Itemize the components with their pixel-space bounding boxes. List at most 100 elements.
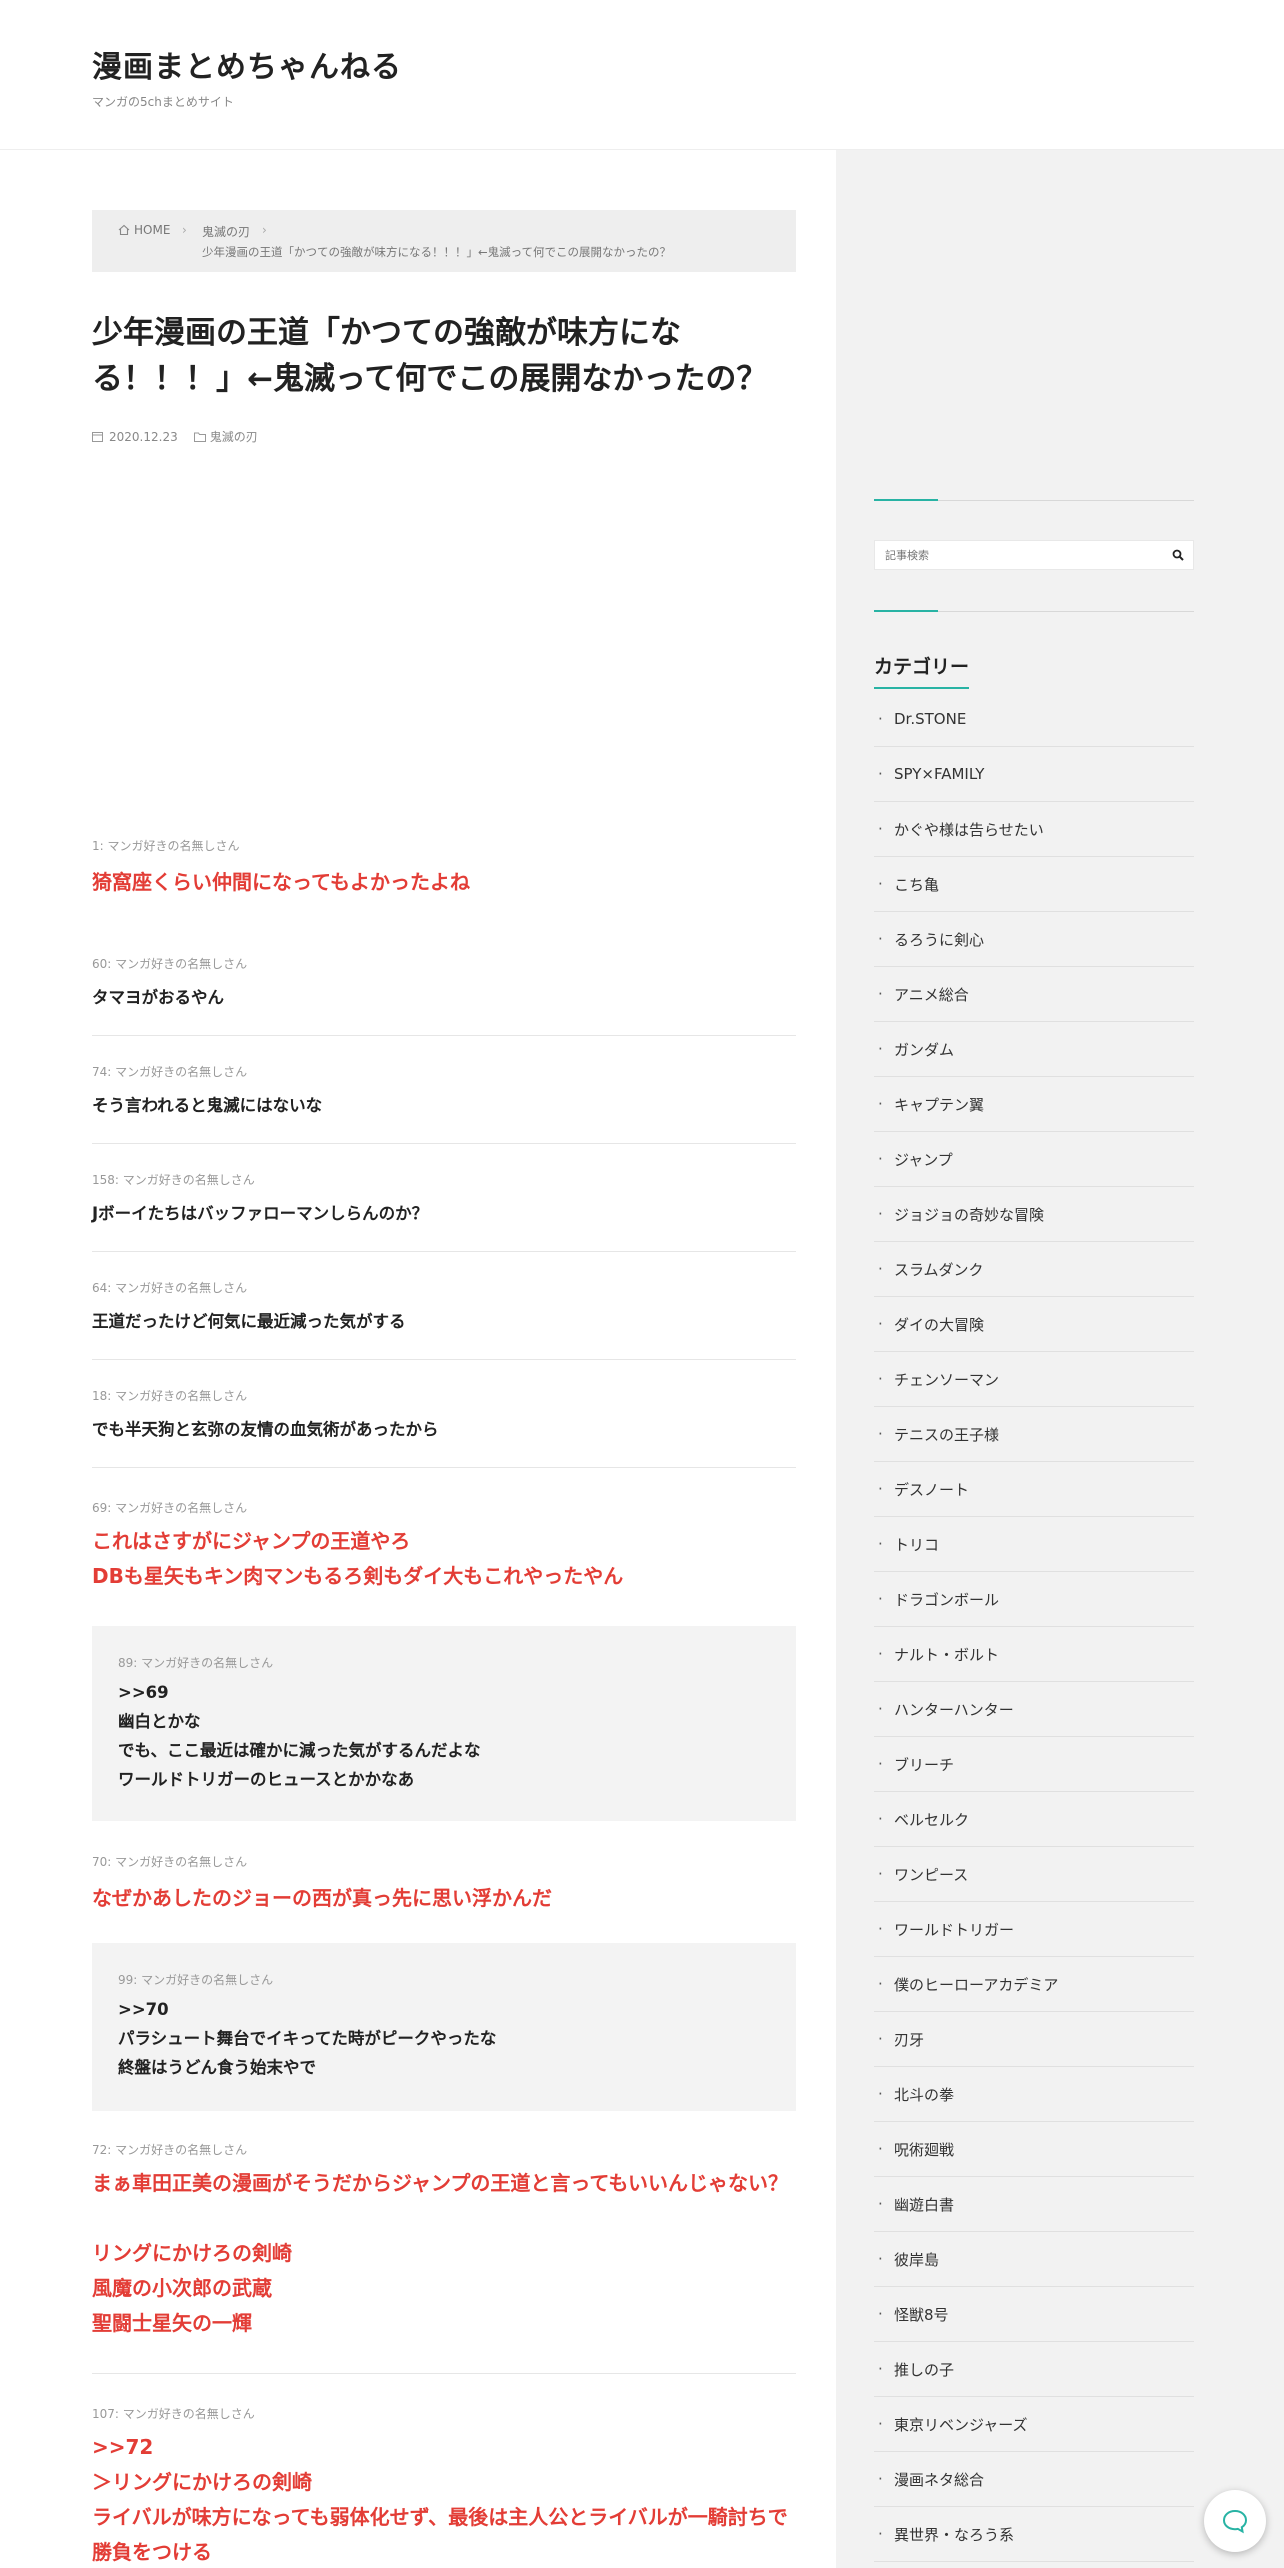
bullet-icon: · <box>878 1865 883 1883</box>
category-item[interactable]: · チェンソーマン <box>874 1352 1194 1407</box>
category-label: デスノート <box>894 1480 970 1499</box>
category-label: キャプテン翼 <box>894 1095 985 1114</box>
category-label: 推しの子 <box>894 2360 955 2379</box>
category-item[interactable]: · ドラゴンボール <box>874 1572 1194 1627</box>
bullet-icon: · <box>878 2360 883 2378</box>
bullet-icon: · <box>878 1975 883 1993</box>
category-label: こち亀 <box>894 875 940 894</box>
category-item[interactable]: · ベルセルク <box>874 1792 1194 1847</box>
bullet-icon: · <box>878 1370 883 1388</box>
home-icon <box>118 224 130 236</box>
section-divider <box>874 610 1194 612</box>
comment-author: 107: マンガ好きの名無しさん <box>92 2407 255 2421</box>
category-item[interactable]: · ジョジョの奇妙な冒険 <box>874 1187 1194 1242</box>
category-item[interactable]: · こち亀 <box>874 857 1194 912</box>
comment-divider <box>92 1143 796 1144</box>
folder-icon <box>193 432 206 442</box>
comment: 60: マンガ好きの名無しさん タマヨがおるやん <box>92 955 796 1008</box>
category-item[interactable]: · 僕のヒーローアカデミア <box>874 1957 1194 2012</box>
category-item[interactable]: · ナルト・ボルト <box>874 1627 1194 1682</box>
category-item[interactable]: · キャプテン翼 <box>874 1077 1194 1132</box>
comment-body: 猗窩座くらい仲間になってもよかったよね <box>92 870 470 894</box>
comment-line: 幽白とかな <box>118 1712 201 1731</box>
category-label: 東京リベンジャーズ <box>894 2415 1028 2434</box>
bullet-icon: · <box>878 765 883 783</box>
comment-divider <box>92 1251 796 1252</box>
category-label: スラムダンク <box>894 1260 984 1279</box>
comment-author: 1: マンガ好きの名無しさん <box>92 839 240 853</box>
bullet-icon: · <box>878 1920 883 1938</box>
category-label: 彼岸島 <box>894 2250 940 2269</box>
category-label: かぐや様は告らせたい <box>894 820 1044 839</box>
category-item[interactable]: · テニスの王子様 <box>874 1407 1194 1462</box>
category-label: 怪獣8号 <box>894 2305 949 2324</box>
category-item[interactable]: · ダイの大冒険 <box>874 1297 1194 1352</box>
comment-author: 99: マンガ好きの名無しさん <box>118 1973 274 1987</box>
category-label: ダイの大冒険 <box>894 1315 985 1334</box>
bullet-icon: · <box>878 710 883 728</box>
category-item[interactable]: · 刃牙 <box>874 2012 1194 2067</box>
comment-line: ＞リングにかけろの剣崎 <box>92 2470 312 2494</box>
breadcrumb-current: 少年漫画の王道「かつての強敵が味方になる！！！」←鬼滅って何でこの展開なかったの… <box>202 245 672 259</box>
category-item[interactable]: · ブリーチ <box>874 1737 1194 1792</box>
category-item[interactable]: · Dr.STONE <box>874 692 1194 747</box>
comment-divider <box>92 1467 796 1468</box>
comment-line: >>69 <box>118 1683 169 1702</box>
comment-body: Jボーイたちはバッファローマンしらんのか？ <box>92 1204 429 1223</box>
comment-line: ライバルが味方になっても弱体化せず、最後は主人公とライバルが一騎討ちで <box>92 2505 788 2529</box>
category-item[interactable]: · アニメ総合 <box>874 967 1194 1022</box>
comment-line: >>72 <box>92 2435 154 2459</box>
category-item[interactable]: · スラムダンク <box>874 1242 1194 1297</box>
category-item[interactable]: · ジャンプ <box>874 1132 1194 1187</box>
category-item[interactable]: · 異世界・なろう系 <box>874 2507 1194 2562</box>
category-item[interactable]: · SPY×FAMILY <box>874 747 1194 802</box>
comment-divider <box>92 1359 796 1360</box>
category-item[interactable]: · 推しの子 <box>874 2342 1194 2397</box>
breadcrumb-home[interactable]: HOME <box>118 223 170 237</box>
site-title[interactable]: 漫画まとめちゃんねる <box>92 42 402 86</box>
chat-button[interactable] <box>1204 2490 1266 2552</box>
post-category-link[interactable]: 鬼滅の刃 <box>193 428 258 445</box>
category-item[interactable]: · るろうに剣心 <box>874 912 1194 967</box>
comment-line: これはさすがにジャンプの王道やろ <box>92 1529 411 1553</box>
chat-bubble-icon <box>1222 2509 1248 2534</box>
comment: 18: マンガ好きの名無しさん でも半天狗と玄弥の友情の血気術があったから <box>92 1387 796 1440</box>
search-input[interactable] <box>875 541 1161 569</box>
comment: 74: マンガ好きの名無しさん そう言われると鬼滅にはないな <box>92 1063 796 1116</box>
search-box <box>874 540 1194 570</box>
category-label: ナルト・ボルト <box>894 1645 1000 1664</box>
category-item[interactable]: · ワールドトリガー <box>874 1902 1194 1957</box>
reply-quote: 99: マンガ好きの名無しさん >>70 パラシュート舞台でイキってた時がピーク… <box>92 1943 796 2111</box>
site-header: 漫画まとめちゃんねる マンガの5chまとめサイト <box>0 0 1284 150</box>
category-item[interactable]: · 怪獣8号 <box>874 2287 1194 2342</box>
breadcrumb-category[interactable]: 鬼滅の刃 <box>202 223 250 240</box>
category-label: ガンダム <box>894 1040 955 1059</box>
category-item[interactable]: · ハンターハンター <box>874 1682 1194 1737</box>
search-button[interactable] <box>1163 541 1193 569</box>
category-item[interactable]: · 彼岸島 <box>874 2232 1194 2287</box>
comment-line: リングにかけろの剣崎 <box>92 2241 292 2265</box>
comment-body: まぁ車田正美の漫画がそうだからジャンプの王道と言ってもいいんじゃない？ リングに… <box>92 2166 796 2341</box>
category-item[interactable]: · トリコ <box>874 1517 1194 1572</box>
category-label: 北斗の拳 <box>894 2085 955 2104</box>
category-item[interactable]: · ワンピース <box>874 1847 1194 1902</box>
category-item[interactable]: · かぐや様は告らせたい <box>874 802 1194 857</box>
category-label: SPY×FAMILY <box>894 765 985 783</box>
bullet-icon: · <box>878 1480 883 1498</box>
category-label: アニメ総合 <box>894 985 969 1004</box>
comment: 158: マンガ好きの名無しさん Jボーイたちはバッファローマンしらんのか？ <box>92 1171 796 1224</box>
comment-author: 69: マンガ好きの名無しさん <box>92 1501 248 1515</box>
chevron-right-icon: › <box>262 223 267 237</box>
category-label: 呪術廻戦 <box>894 2140 955 2159</box>
bullet-icon: · <box>878 2195 883 2213</box>
category-item[interactable]: · 北斗の拳 <box>874 2067 1194 2122</box>
category-item[interactable]: · 漫画ネタ総合 <box>874 2452 1194 2507</box>
category-item[interactable]: · 呪術廻戦 <box>874 2122 1194 2177</box>
category-item[interactable]: · デスノート <box>874 1462 1194 1517</box>
bullet-icon: · <box>878 1755 883 1773</box>
category-item[interactable]: · ガンダム <box>874 1022 1194 1077</box>
category-item[interactable]: · 東京リベンジャーズ <box>874 2397 1194 2452</box>
category-item[interactable]: · 幽遊白書 <box>874 2177 1194 2232</box>
bullet-icon: · <box>878 1095 883 1113</box>
bullet-icon: · <box>878 875 883 893</box>
